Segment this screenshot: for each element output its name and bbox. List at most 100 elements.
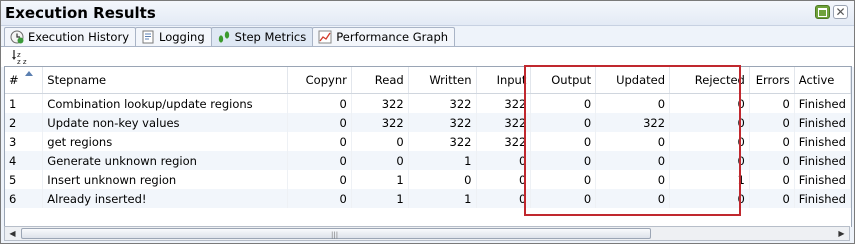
title-bar: Execution Results ✕ xyxy=(1,1,854,26)
tab-label: Logging xyxy=(159,30,205,44)
cell-copynr: 0 xyxy=(287,132,352,151)
cell-input: 0 xyxy=(476,189,532,208)
cell-input: 0 xyxy=(476,170,532,189)
cell-stepname: Combination lookup/update regions xyxy=(42,93,288,113)
footsteps-icon xyxy=(217,30,231,44)
column-header-rejected[interactable]: Rejected xyxy=(669,67,750,94)
cell-output: 0 xyxy=(530,170,597,189)
tab-step-metrics[interactable]: Step Metrics xyxy=(210,27,314,46)
cell-active: Finished xyxy=(794,93,851,113)
cell-stepname: Already inserted! xyxy=(42,189,288,208)
table-row[interactable]: 2 Update non-key values 0 322 322 322 0 322 0 0 Fi… xyxy=(5,113,851,132)
cell-output: 0 xyxy=(530,151,597,170)
cell-written: 322 xyxy=(408,93,477,113)
graph-icon xyxy=(318,30,332,44)
cell-read: 1 xyxy=(351,189,409,208)
cell-copynr: 0 xyxy=(287,189,352,208)
history-icon xyxy=(10,30,24,44)
cell-number: 2 xyxy=(5,113,44,132)
cell-active: Finished xyxy=(794,151,851,170)
cell-output: 0 xyxy=(530,93,597,113)
cell-copynr: 0 xyxy=(287,93,352,113)
column-header-updated[interactable]: Updated xyxy=(595,67,671,94)
table-row[interactable]: 4 Generate unknown region 0 0 1 0 0 0 0 0 Finished xyxy=(5,151,851,170)
tab-label: Execution History xyxy=(28,30,130,44)
cell-number: 1 xyxy=(5,93,44,113)
cell-written: 1 xyxy=(408,189,477,208)
column-header-number[interactable]: # xyxy=(5,67,44,94)
cell-rejected: 0 xyxy=(669,93,750,113)
cell-read: 0 xyxy=(351,151,409,170)
column-header-input[interactable]: Input xyxy=(476,67,532,94)
column-header-active[interactable]: Active xyxy=(794,67,851,94)
cell-number: 3 xyxy=(5,132,44,151)
scrollbar-grip-icon: ||| xyxy=(331,231,339,239)
tab-logging[interactable]: Logging xyxy=(135,27,212,46)
toolbar: zz z xyxy=(1,46,854,67)
scroll-left-icon[interactable]: ◀ xyxy=(5,227,20,240)
maximize-icon[interactable] xyxy=(815,5,830,19)
cell-written: 1 xyxy=(408,151,477,170)
cell-written: 322 xyxy=(408,113,477,132)
sort-ascending-icon xyxy=(25,71,33,76)
cell-rejected: 0 xyxy=(669,189,750,208)
horizontal-scrollbar[interactable]: ◀ ||| ▶ xyxy=(4,226,850,241)
cell-input: 322 xyxy=(476,113,532,132)
table-row[interactable]: 3 get regions 0 0 322 322 0 0 0 0 Finished xyxy=(5,132,851,151)
cell-rejected: 0 xyxy=(669,113,750,132)
table-row[interactable]: 5 Insert unknown region 0 1 0 0 0 0 1 0 Finished xyxy=(5,170,851,189)
close-icon[interactable]: ✕ xyxy=(833,5,848,19)
tab-execution-history[interactable]: Execution History xyxy=(4,27,137,46)
cell-number: 4 xyxy=(5,151,44,170)
scroll-right-icon[interactable]: ▶ xyxy=(834,227,849,240)
cell-output: 0 xyxy=(530,132,597,151)
cell-active: Finished xyxy=(794,132,851,151)
column-header-copynr[interactable]: Copynr xyxy=(287,67,352,94)
cell-updated: 0 xyxy=(595,170,671,189)
column-header-errors[interactable]: Errors xyxy=(749,67,795,94)
column-header-read[interactable]: Read xyxy=(351,67,409,94)
cell-errors: 0 xyxy=(749,151,795,170)
tab-label: Performance Graph xyxy=(336,30,449,44)
window-buttons: ✕ xyxy=(815,5,848,19)
cell-active: Finished xyxy=(794,189,851,208)
column-header-written[interactable]: Written xyxy=(408,67,477,94)
tab-label: Step Metrics xyxy=(234,30,307,44)
cell-updated: 0 xyxy=(595,189,671,208)
cell-active: Finished xyxy=(794,113,851,132)
sort-az-icon[interactable]: zz z xyxy=(11,49,27,66)
cell-updated: 0 xyxy=(595,132,671,151)
cell-errors: 0 xyxy=(749,93,795,113)
cell-rejected: 1 xyxy=(669,170,750,189)
table-body: 1 Combination lookup/update regions 0 322 32… xyxy=(5,93,851,208)
cell-errors: 0 xyxy=(749,132,795,151)
cell-rejected: 0 xyxy=(669,151,750,170)
cell-number: 5 xyxy=(5,170,44,189)
table-row[interactable]: 6 Already inserted! 0 1 1 0 0 0 0 0 Finished xyxy=(5,189,851,208)
cell-input: 322 xyxy=(476,132,532,151)
cell-read: 322 xyxy=(351,93,409,113)
cell-stepname: Update non-key values xyxy=(42,113,288,132)
cell-stepname: Insert unknown region xyxy=(42,170,288,189)
cell-copynr: 0 xyxy=(287,151,352,170)
cell-errors: 0 xyxy=(749,113,795,132)
logging-icon xyxy=(141,30,155,44)
svg-text:z z: z z xyxy=(17,58,27,65)
step-metrics-grid: # Stepname Copynr Read Written Input Out… xyxy=(4,66,852,227)
cell-updated: 322 xyxy=(595,113,671,132)
cell-input: 322 xyxy=(476,93,532,113)
cell-stepname: Generate unknown region xyxy=(42,151,288,170)
cell-active: Finished xyxy=(794,170,851,189)
scrollbar-thumb[interactable]: ||| xyxy=(21,228,651,239)
cell-written: 0 xyxy=(408,170,477,189)
metrics-table: # Stepname Copynr Read Written Input Out… xyxy=(5,67,851,208)
cell-updated: 0 xyxy=(595,93,671,113)
column-header-stepname[interactable]: Stepname xyxy=(42,67,288,94)
table-row[interactable]: 1 Combination lookup/update regions 0 322 32… xyxy=(5,93,851,113)
cell-errors: 0 xyxy=(749,170,795,189)
cell-read: 0 xyxy=(351,132,409,151)
cell-written: 322 xyxy=(408,132,477,151)
column-header-output[interactable]: Output xyxy=(530,67,597,94)
tab-performance-graph[interactable]: Performance Graph xyxy=(312,27,456,46)
cell-rejected: 0 xyxy=(669,132,750,151)
